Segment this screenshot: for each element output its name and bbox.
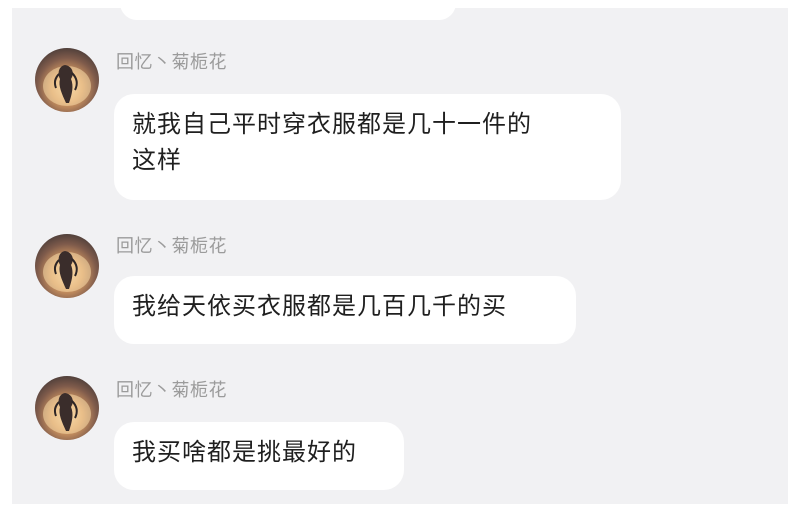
message-bubble: 就我自己平时穿衣服都是几十一件的 这样 bbox=[114, 94, 621, 200]
avatar-image bbox=[43, 393, 91, 434]
message-bubble: 我买啥都是挑最好的 bbox=[114, 422, 404, 490]
sender-name: 回忆丶菊栀花 bbox=[116, 380, 227, 401]
avatar[interactable] bbox=[35, 376, 99, 440]
chat-frame: 回忆丶菊栀花 就我自己平时穿衣服都是几十一件的 这样 回忆丶菊栀花 我给天依买衣… bbox=[12, 8, 788, 504]
sender-name: 回忆丶菊栀花 bbox=[116, 52, 227, 73]
avatar-image bbox=[43, 251, 91, 292]
previous-message-bubble bbox=[120, 8, 456, 20]
avatar[interactable] bbox=[35, 48, 99, 112]
avatar[interactable] bbox=[35, 234, 99, 298]
sender-name: 回忆丶菊栀花 bbox=[116, 236, 227, 257]
message-bubble: 我给天依买衣服都是几百几千的买 bbox=[114, 276, 576, 344]
avatar-image bbox=[43, 65, 91, 106]
